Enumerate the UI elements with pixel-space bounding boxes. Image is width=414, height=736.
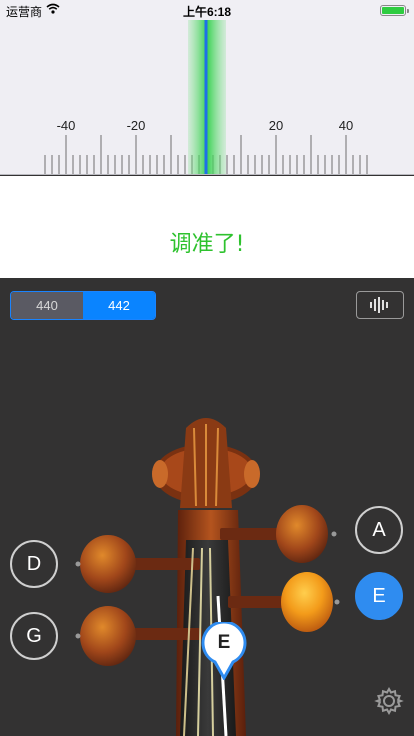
- scale-tick-label: 20: [269, 118, 283, 133]
- string-g-button[interactable]: G: [10, 612, 58, 660]
- pitch-option-442[interactable]: 442: [83, 292, 155, 319]
- selected-string-marker: E: [201, 622, 247, 680]
- instrument-panel: 440 442 D G A E E: [0, 278, 414, 736]
- tuning-status-area: 调准了!: [0, 176, 414, 278]
- tuner-app: 运营商 上午6:18 -40 -20 20 40 调准了! 440 442 D …: [0, 0, 414, 736]
- tuned-message: 调准了!: [169, 232, 245, 257]
- string-a-button[interactable]: A: [355, 506, 403, 554]
- clock: 上午6:18: [182, 5, 232, 19]
- scale-tick-label: 40: [339, 118, 353, 133]
- battery-icon: [380, 5, 409, 16]
- tuning-scale: -40 -20 20 40: [44, 20, 368, 174]
- waveform-icon: [370, 297, 388, 313]
- settings-gear-icon[interactable]: [374, 686, 404, 716]
- marker-note-label: E: [217, 632, 231, 653]
- reference-pitch-selector: 440 442: [10, 291, 156, 320]
- status-bar: 运营商 上午6:18: [0, 0, 414, 20]
- string-e-button[interactable]: E: [355, 572, 403, 620]
- pitch-option-440[interactable]: 440: [11, 292, 83, 319]
- string-d-button[interactable]: D: [10, 540, 58, 588]
- tuning-meter: -40 -20 20 40: [0, 20, 414, 175]
- pitch-needle: [204, 20, 208, 174]
- waveform-toggle-button[interactable]: [356, 291, 404, 319]
- scale-tick-label: -20: [127, 118, 146, 133]
- scale-tick-label: -40: [57, 118, 76, 133]
